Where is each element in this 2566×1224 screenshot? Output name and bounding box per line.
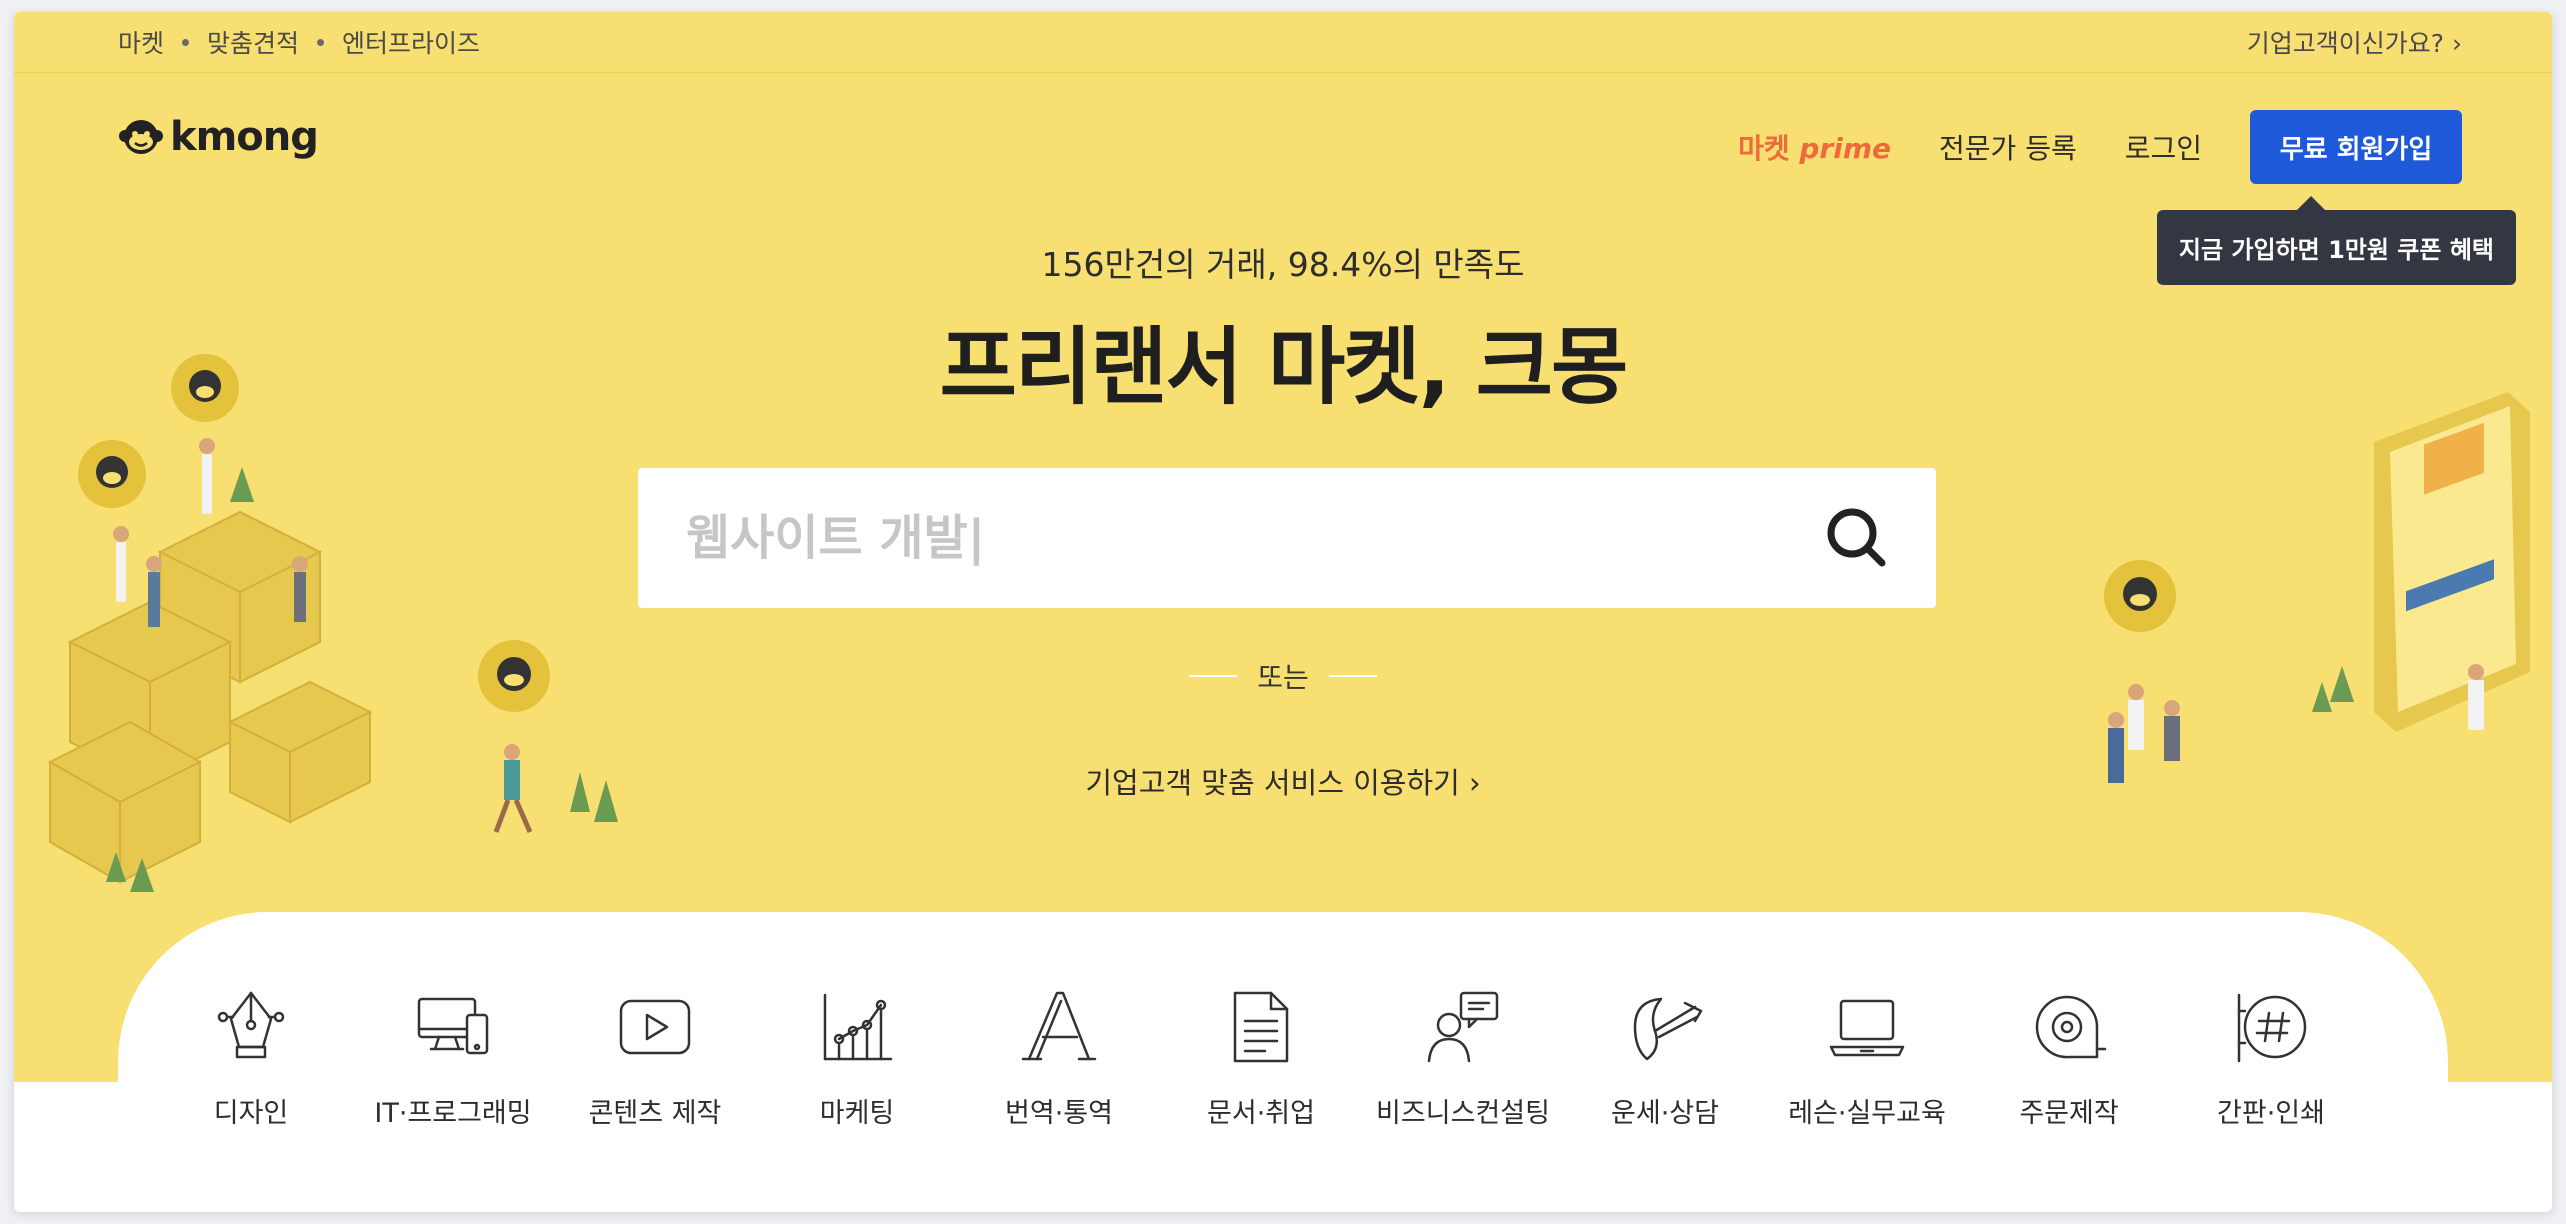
hero-title: 프리랜서 마켓, 크몽 (939, 318, 1629, 416)
top-link-market[interactable]: 마켓 (118, 24, 164, 60)
search-icon (1827, 508, 1886, 567)
search-button[interactable] (1802, 483, 1912, 593)
category-translation[interactable]: 번역·통역 (958, 987, 1160, 1130)
letter-a-icon (1021, 991, 1097, 1061)
category-label: 번역·통역 (1005, 1098, 1113, 1129)
kmong-logo[interactable]: kmong (118, 114, 319, 160)
monkey-logo-icon (119, 120, 163, 154)
sign-icon (2237, 993, 2307, 1063)
main-nav: 마켓 prime 전문가 등록 로그인 무료 회원가입 (1738, 110, 2462, 184)
category-lessons[interactable]: 레슨·실무교육 (1766, 987, 1968, 1130)
category-documents[interactable]: 문서·취업 (1160, 987, 1362, 1130)
left-isometric-illustration (47, 354, 373, 892)
search-box (638, 467, 1936, 609)
top-link-enterprise[interactable]: 엔터프라이즈 (342, 24, 480, 60)
category-list: 디자인 IT·프로그래밍 콘텐츠 제작 마케팅 번역·통역 문서·취업 비즈니스… (118, 987, 2480, 1130)
category-label: 레슨·실무교육 (1788, 1098, 1946, 1129)
document-icon (1233, 991, 1289, 1063)
category-label: 주문제작 (2019, 1098, 2119, 1129)
category-label: 콘텐츠 제작 (588, 1098, 722, 1129)
separator-dot (182, 38, 190, 46)
nav-login[interactable]: 로그인 (2125, 127, 2202, 167)
devices-icon (417, 997, 489, 1055)
consulting-icon (1427, 991, 1499, 1063)
signup-button[interactable]: 무료 회원가입 (2250, 110, 2462, 184)
category-business-consulting[interactable]: 비즈니스컨설팅 (1362, 987, 1564, 1130)
category-label: 문서·취업 (1207, 1098, 1315, 1129)
category-it-programming[interactable]: IT·프로그래밍 (352, 987, 554, 1130)
play-icon (619, 999, 691, 1055)
category-fortune[interactable]: 운세·상담 (1564, 987, 1766, 1130)
category-marketing[interactable]: 마케팅 (756, 987, 958, 1130)
category-label: 간판·인쇄 (2217, 1098, 2325, 1129)
hero-subtitle: 156만건의 거래, 98.4%의 만족도 (1041, 245, 1525, 284)
pen-nib-icon (217, 991, 285, 1059)
nav-prime-market-label: 마켓 (1738, 132, 1790, 165)
phone-illustration (2312, 392, 2530, 732)
fortune-icon (1633, 997, 1703, 1061)
category-label: 비즈니스컨설팅 (1376, 1098, 1550, 1129)
laptop-icon (1829, 999, 1905, 1057)
category-custom-order[interactable]: 주문제작 (1968, 987, 2170, 1130)
top-link-custom-quote[interactable]: 맞춤견적 (207, 24, 299, 60)
browser-frame: 마켓 맞춤견적 엔터프라이즈 기업고객이신가요? › kmong 마켓 prim… (14, 12, 2552, 1212)
or-label: 또는 (1257, 661, 1309, 694)
separator-dot (317, 38, 325, 46)
walking-person-illustration (478, 640, 618, 834)
search-input[interactable] (638, 467, 1802, 609)
tape-icon (2035, 995, 2107, 1059)
category-content-production[interactable]: 콘텐츠 제작 (554, 987, 756, 1130)
divider-line (1328, 675, 1377, 677)
category-label: 마케팅 (819, 1098, 895, 1129)
divider-line (1189, 675, 1238, 677)
category-label: 디자인 (213, 1098, 289, 1129)
logo-text: kmong (170, 114, 319, 160)
right-people-illustration (2104, 560, 2180, 783)
top-bar: 마켓 맞춤견적 엔터프라이즈 기업고객이신가요? › (14, 12, 2552, 73)
category-design[interactable]: 디자인 (150, 987, 352, 1130)
nav-market-prime[interactable]: 마켓 prime (1738, 127, 1891, 167)
nav-prime-label: prime (1799, 132, 1892, 165)
nav-expert-register[interactable]: 전문가 등록 (1939, 127, 2077, 167)
enterprise-question-link[interactable]: 기업고객이신가요? › (2247, 24, 2462, 60)
category-sign-print[interactable]: 간판·인쇄 (2170, 987, 2372, 1130)
category-label: IT·프로그래밍 (374, 1098, 532, 1129)
chart-icon (823, 993, 893, 1061)
category-label: 운세·상담 (1611, 1098, 1719, 1129)
top-links: 마켓 맞춤견적 엔터프라이즈 (118, 24, 480, 60)
